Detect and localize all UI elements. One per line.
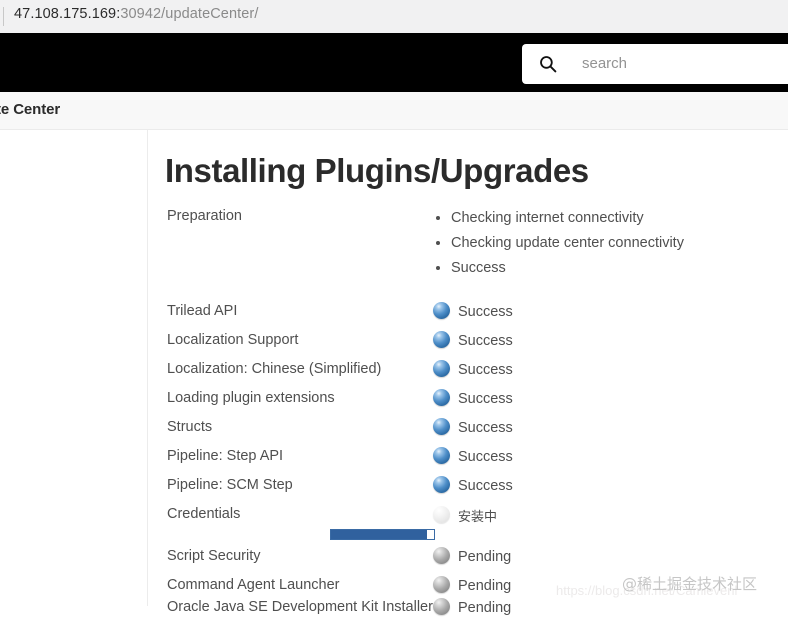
list-item: Checking internet connectivity bbox=[451, 208, 684, 228]
status-label: Success bbox=[458, 361, 513, 378]
url-host: 47.108.175.169: bbox=[14, 6, 121, 22]
plugin-name: Script Security bbox=[167, 548, 261, 564]
preparation-row: Preparation Checking internet connectivi… bbox=[149, 208, 788, 278]
status-label: Success bbox=[458, 448, 513, 465]
plugin-status: Pending bbox=[433, 598, 512, 617]
plugin-name: Credentials bbox=[167, 506, 241, 522]
search-box[interactable]: search bbox=[522, 44, 788, 84]
plugin-name: Command Agent Launcher bbox=[167, 577, 340, 593]
table-row: Oracle Java SE Development Kit Installer… bbox=[149, 598, 788, 628]
status-label: Success bbox=[458, 419, 513, 436]
install-progress-fill bbox=[331, 530, 427, 539]
status-label: Success bbox=[458, 390, 513, 407]
status-label: 安装中 bbox=[458, 510, 498, 525]
status-pending-icon bbox=[433, 576, 450, 594]
install-progress-bar bbox=[330, 529, 435, 540]
preparation-steps: Checking internet connectivity Checking … bbox=[433, 208, 684, 283]
url-text: 47.108.175.169:30942/updateCenter/ bbox=[14, 6, 258, 22]
status-label: Success bbox=[458, 332, 513, 349]
preparation-label: Preparation bbox=[167, 208, 242, 224]
plugin-name: Loading plugin extensions bbox=[167, 390, 335, 406]
url-path: 30942/updateCenter/ bbox=[120, 6, 259, 22]
page-title: Installing Plugins/Upgrades bbox=[165, 152, 589, 189]
plugin-status: Success bbox=[433, 447, 513, 466]
status-label: Pending bbox=[458, 577, 512, 594]
table-row: Trilead API Success bbox=[149, 302, 788, 332]
main-content: Installing Plugins/Upgrades Preparation … bbox=[149, 130, 788, 616]
plugin-name: Pipeline: SCM Step bbox=[167, 477, 293, 493]
status-label: Success bbox=[458, 303, 513, 320]
plugin-name: Localization Support bbox=[167, 332, 299, 348]
table-row: Localization: Chinese (Simplified) Succe… bbox=[149, 360, 788, 390]
plugin-status: Pending bbox=[433, 547, 512, 566]
plugin-status: Success bbox=[433, 418, 513, 437]
status-success-icon bbox=[433, 476, 450, 494]
table-row: Pipeline: Step API Success bbox=[149, 447, 788, 477]
status-success-icon bbox=[433, 302, 450, 320]
plugin-name: Structs bbox=[167, 419, 213, 435]
url-caret bbox=[3, 7, 4, 26]
table-row: Credentials 安装中 bbox=[149, 506, 788, 548]
list-item: Success bbox=[451, 258, 684, 278]
status-label: Pending bbox=[458, 599, 512, 616]
plugin-status: Pending bbox=[433, 576, 512, 595]
browser-url-bar[interactable]: 47.108.175.169:30942/updateCenter/ bbox=[0, 0, 788, 33]
search-input-placeholder[interactable]: search bbox=[582, 55, 627, 72]
plugin-status: Success bbox=[433, 476, 513, 495]
plugin-name: Pipeline: Step API bbox=[167, 448, 284, 464]
breadcrumb-bar: te Center bbox=[0, 92, 788, 130]
plugin-name: Localization: Chinese (Simplified) bbox=[167, 361, 382, 377]
app-header: search bbox=[0, 33, 788, 92]
sidebar bbox=[0, 130, 148, 606]
plugin-status: Success bbox=[433, 302, 513, 321]
plugin-status: 安装中 bbox=[433, 506, 497, 525]
status-pending-icon bbox=[433, 598, 450, 616]
table-row: Script Security Pending bbox=[149, 547, 788, 577]
status-success-icon bbox=[433, 389, 450, 407]
plugin-status: Success bbox=[433, 389, 513, 408]
list-item: Checking update center connectivity bbox=[451, 233, 684, 253]
breadcrumb-item-update-center[interactable]: te Center bbox=[0, 101, 60, 118]
status-success-icon bbox=[433, 331, 450, 349]
plugin-name: Trilead API bbox=[167, 303, 238, 319]
status-success-icon bbox=[433, 360, 450, 378]
plugin-name: Oracle Java SE Development Kit Installer bbox=[167, 599, 433, 615]
plugin-status: Success bbox=[433, 331, 513, 350]
status-label: Pending bbox=[458, 548, 512, 565]
table-row: Localization Support Success bbox=[149, 331, 788, 361]
status-installing-icon bbox=[433, 506, 450, 523]
table-row: Pipeline: SCM Step Success bbox=[149, 476, 788, 506]
status-success-icon bbox=[433, 418, 450, 436]
status-pending-icon bbox=[433, 547, 450, 565]
plugin-status: Success bbox=[433, 360, 513, 379]
search-icon bbox=[539, 55, 557, 73]
status-success-icon bbox=[433, 447, 450, 465]
status-label: Success bbox=[458, 477, 513, 494]
table-row: Loading plugin extensions Success bbox=[149, 389, 788, 419]
table-row: Structs Success bbox=[149, 418, 788, 448]
